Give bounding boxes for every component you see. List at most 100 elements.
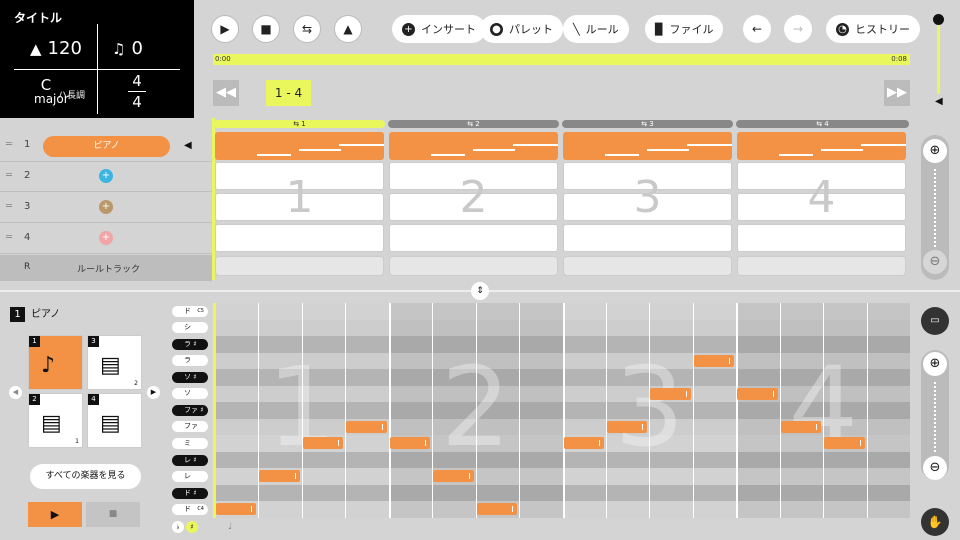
note-block[interactable] [693,354,735,367]
beat-shift-control[interactable]: ♫ 0 [112,38,143,59]
drag-handle-icon[interactable]: ═ [6,232,12,243]
time-signature-control[interactable]: 4 4 [128,72,146,111]
bar-header-4[interactable]: ⇆ 4 [736,120,909,128]
note-block[interactable] [389,437,431,450]
empty-pattern-cell[interactable] [563,224,732,252]
all-instruments-button[interactable]: すべての楽器を見る [30,464,141,489]
chevron-right-icon[interactable]: ▶ [147,386,160,399]
empty-pattern-cell[interactable] [389,224,558,252]
instrument-slot-3[interactable]: 3 ▤ 2 [87,335,142,390]
piano-key[interactable]: ファ ♯ [172,404,208,416]
piano-roll[interactable]: 1234 [215,303,910,518]
note-block[interactable] [606,420,648,433]
zoom-in-icon[interactable]: ⊕ [923,139,947,163]
sharp-toggle[interactable]: ♯ [186,521,198,533]
empty-pattern-cell[interactable] [215,224,384,252]
piano-key[interactable]: ソ [172,388,208,400]
rule-cell[interactable] [737,256,906,276]
bar-header-2[interactable]: ⇆ 2 [388,120,559,128]
song-info-panel[interactable]: タイトル ▲ 120 ♫ 0 C major ハ長調 4 4 [0,0,194,118]
note-block[interactable] [433,470,474,483]
track-row-2[interactable]: ═ 2 + [0,162,212,192]
rule-cell[interactable] [389,256,558,276]
undo-button[interactable]: ← [743,15,771,43]
track-zoom-control[interactable]: ⊕ ⊖ [921,135,949,280]
piano-key[interactable]: ド C5 [172,305,208,317]
note-block[interactable] [824,437,865,450]
note-block[interactable] [216,503,257,516]
rule-button[interactable]: ╲ ルール [563,15,629,43]
speaker-icon[interactable]: ◀ [184,140,192,151]
preview-play-button[interactable]: ▶ [28,502,82,527]
drag-handle-icon[interactable]: ═ [6,201,12,212]
zoom-out-icon[interactable]: ⊖ [923,250,947,274]
redo-button[interactable]: → [784,15,812,43]
fast-forward-button[interactable]: ▶▶ [884,80,910,106]
roll-zoom-control[interactable]: ⊕ ⊖ [921,350,949,480]
piano-key[interactable]: ド ♯ [172,487,208,499]
piano-key[interactable]: ド C4 [172,504,208,516]
hand-tool-icon[interactable]: ✋ [921,508,949,536]
pattern-block[interactable] [563,132,732,160]
volume-knob[interactable] [933,14,944,25]
piano-key[interactable]: ラ [172,355,208,367]
piano-key[interactable]: ソ ♯ [172,371,208,383]
rewind-button[interactable]: ◀◀ [213,80,239,106]
resize-handle-icon[interactable]: ⇕ [471,282,489,300]
drag-handle-icon[interactable]: ═ [6,170,12,181]
volume-slider[interactable] [937,14,940,94]
bar-range[interactable]: 1 - 4 [266,80,311,106]
key-control[interactable]: C major [22,78,69,107]
zoom-in-icon[interactable]: ⊕ [923,352,947,376]
bar-header-1[interactable]: ⇆ 1 [214,120,385,128]
timeline-bar[interactable]: 0:00 0:08 [213,54,910,65]
chevron-left-icon[interactable]: ◀ [9,386,22,399]
pattern-block[interactable] [737,132,906,160]
accidental-toggle[interactable]: ♭ ♯ [172,521,200,533]
note-block[interactable] [346,420,387,433]
note-length-icon[interactable]: ♩ [228,522,232,532]
note-block[interactable] [476,503,518,516]
piano-key[interactable]: ラ ♯ [172,338,208,350]
note-block[interactable] [563,437,604,450]
piano-key[interactable]: シ [172,322,208,334]
pattern-block[interactable] [215,132,384,160]
metronome-button[interactable]: ▲ [334,15,362,43]
preview-stop-button[interactable]: ■ [86,502,140,527]
drag-handle-icon[interactable]: ═ [6,139,12,150]
zoom-out-icon[interactable]: ⊖ [923,456,947,480]
play-button[interactable]: ▶ [211,15,239,43]
instrument-slot-4[interactable]: 4 ▤ [87,393,142,448]
add-track-icon[interactable]: + [99,231,113,245]
bar-header-3[interactable]: ⇆ 3 [562,120,733,128]
piano-key[interactable]: レ ♯ [172,454,208,466]
note-block[interactable] [780,420,822,433]
loop-view-icon[interactable]: ▭ [921,307,949,335]
palette-button[interactable]: ● パレット [480,15,563,43]
note-block[interactable] [259,470,300,483]
piano-key[interactable]: ファ [172,421,208,433]
instrument-slot-2[interactable]: 2 ▤ 1 [28,393,83,448]
note-block[interactable] [302,437,344,450]
piano-key[interactable]: レ [172,471,208,483]
track-row-3[interactable]: ═ 3 + [0,193,212,223]
note-block[interactable] [737,387,778,400]
history-button[interactable]: ◔ ヒストリー [826,15,920,43]
rule-cell[interactable] [563,256,732,276]
tempo-control[interactable]: ▲ 120 [30,38,82,59]
instrument-button[interactable]: ピアノ [43,136,170,157]
song-title[interactable]: タイトル [14,9,62,26]
loop-button[interactable]: ⇆ [293,15,321,43]
track-row-4[interactable]: ═ 4 + [0,224,212,254]
piano-key[interactable]: ミ [172,438,208,450]
instrument-slot-1[interactable]: 1 ♪ [28,335,83,390]
empty-pattern-cell[interactable] [737,224,906,252]
file-button[interactable]: ▉ ファイル [645,15,724,43]
add-track-icon[interactable]: + [99,169,113,183]
pattern-block[interactable] [389,132,558,160]
rule-cell[interactable] [215,256,384,276]
stop-button[interactable]: ■ [252,15,280,43]
rule-track-row[interactable]: R ルールトラック [0,255,212,281]
insert-button[interactable]: + インサート [392,15,486,43]
note-block[interactable] [650,387,691,400]
